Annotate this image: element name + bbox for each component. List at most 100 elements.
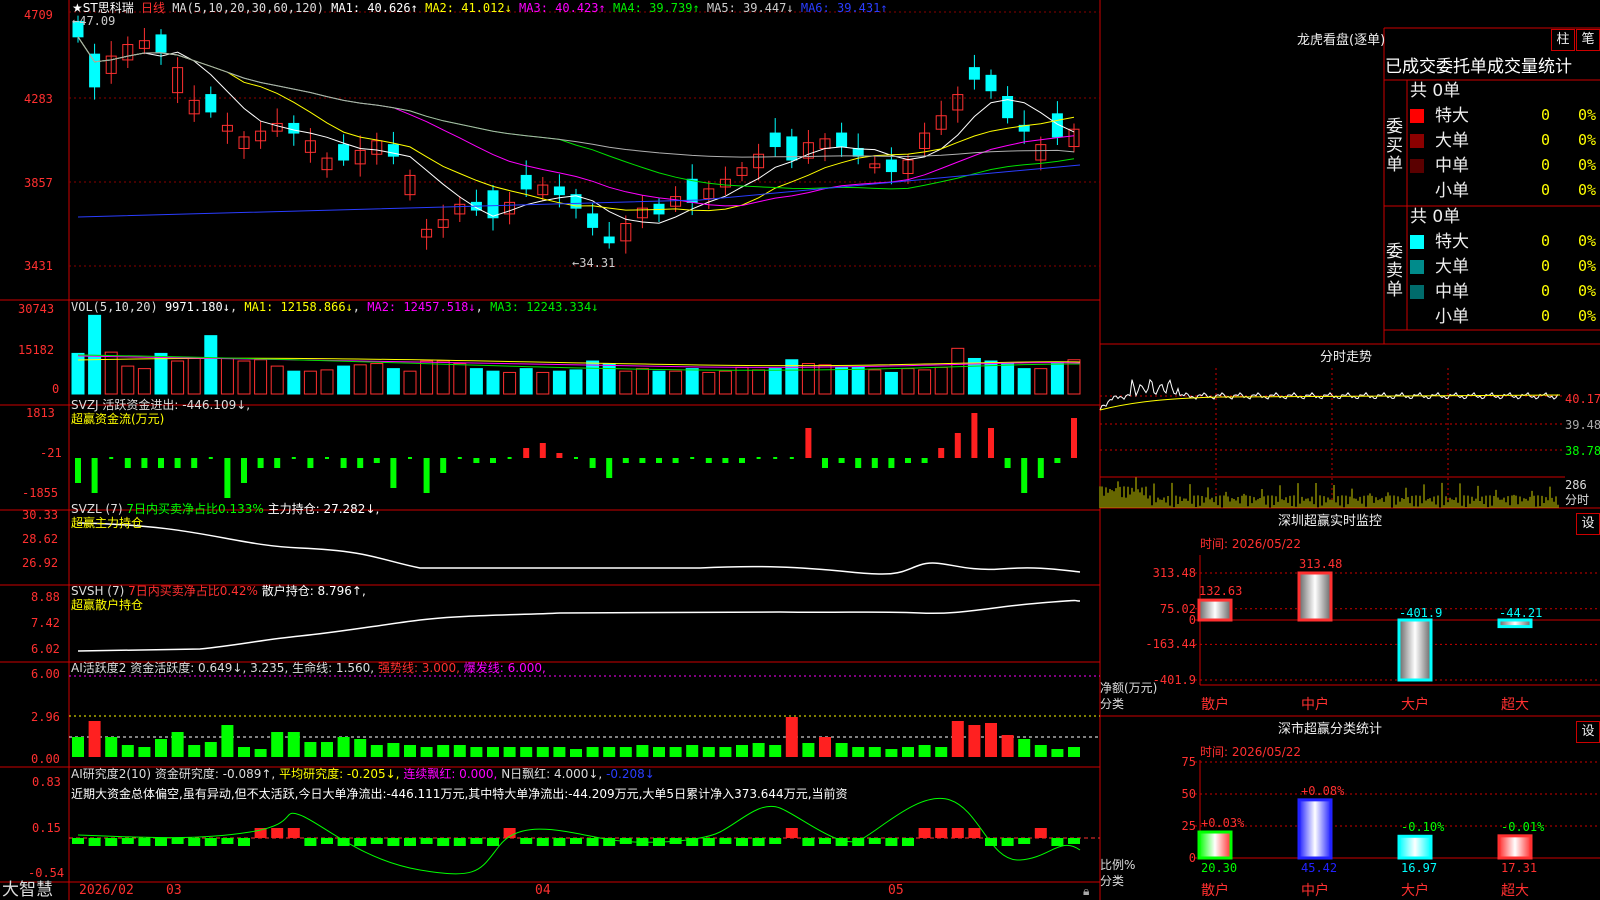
- order-count: 0: [1541, 282, 1551, 300]
- y-label: 75: [1181, 755, 1196, 769]
- volume-bar: [237, 360, 251, 395]
- svsh-sub: 超赢散户持仓: [71, 598, 144, 612]
- volume-bar: [436, 360, 450, 395]
- candle: [985, 74, 997, 92]
- activity-bar: [1001, 735, 1014, 757]
- order-swatch: [1410, 109, 1424, 123]
- y-label: 50: [1181, 787, 1196, 801]
- research-bar: [1051, 838, 1064, 846]
- activity-bar: [155, 739, 167, 757]
- research-bar: [105, 838, 118, 846]
- bar-value-label: -401.9: [1399, 606, 1443, 620]
- research-bar: [868, 838, 881, 844]
- category-label: 中户: [1301, 883, 1329, 899]
- brand-logo: 大智慧: [2, 880, 53, 900]
- monitor-settings-button[interactable]: 设: [1576, 513, 1600, 535]
- flow-bar: [705, 458, 712, 463]
- ratio-bar: [1397, 834, 1433, 860]
- order-percent: 0%: [1578, 307, 1597, 325]
- main-holding-chart[interactable]: [77, 522, 1081, 575]
- volume-bar: [586, 360, 600, 395]
- kline-chart[interactable]: [72, 15, 1081, 254]
- classify-time: 时间: 2026/05/22: [1200, 745, 1302, 759]
- research-bar: [1001, 838, 1014, 846]
- y-label: 30.33: [22, 508, 59, 522]
- volume-bar: [702, 371, 716, 395]
- y-label: 313.48: [1152, 566, 1196, 580]
- activity-bar: [105, 737, 118, 757]
- ma5-value: MA5: 39.447↓: [706, 1, 794, 15]
- order-count: 0: [1541, 156, 1551, 174]
- flow-bar: [539, 443, 546, 458]
- flow-bar: [838, 458, 845, 463]
- research-bar: [404, 838, 416, 846]
- low-marker: ←34.31: [572, 256, 616, 270]
- classify-settings-button[interactable]: 设: [1576, 721, 1600, 743]
- tab-executed[interactable]: 已成交: [1385, 57, 1436, 77]
- research-bar: [287, 828, 300, 838]
- change-label: +0.08%: [1301, 783, 1345, 798]
- flow-bar: [1004, 458, 1011, 468]
- net-amount-bar: [1497, 618, 1533, 629]
- ai-activity-chart[interactable]: [69, 675, 1100, 757]
- flow-bar: [672, 458, 679, 463]
- volume-bar: [669, 370, 683, 395]
- candle: [852, 147, 864, 157]
- activity-bar: [1051, 749, 1064, 757]
- volume-bar: [1034, 368, 1048, 395]
- change-label: +0.03%: [1201, 816, 1245, 831]
- y-label: -401.9: [1152, 673, 1196, 687]
- activity-bar: [586, 747, 599, 757]
- activity-bar: [951, 721, 964, 757]
- tick-view-button[interactable]: 笔: [1576, 29, 1600, 51]
- activity-bar: [736, 745, 748, 757]
- tab-volume-stats[interactable]: 成交量统计: [1487, 57, 1572, 77]
- bar-view-button[interactable]: 柱: [1551, 29, 1575, 51]
- activity-bar: [603, 747, 616, 757]
- y-label: 25: [1181, 819, 1196, 833]
- candle: [603, 236, 615, 244]
- y-label: 38.78: [1565, 444, 1600, 458]
- flow-bar: [921, 458, 928, 463]
- candle: [587, 213, 599, 228]
- intraday-chart[interactable]: [1099, 368, 1565, 508]
- ma2-value: MA2: 41.012↓: [425, 1, 512, 15]
- tab-orders[interactable]: 委托单: [1436, 57, 1487, 77]
- volume-bar: [1017, 368, 1031, 395]
- volume-chart[interactable]: [71, 314, 1081, 395]
- ratio-value: 20.30: [1201, 861, 1238, 875]
- research-bar: [520, 838, 533, 844]
- ratio-bar: [1297, 798, 1333, 860]
- activity-bar: [702, 747, 715, 757]
- dragon-tabs[interactable]: 已成交委托单成交量统计: [1385, 57, 1572, 77]
- retail-holding-chart[interactable]: [77, 599, 1081, 652]
- flow-bar: [822, 458, 828, 468]
- volume-bar: [868, 369, 882, 395]
- svsh-header: SVSH (7) 7日内买卖净占比0.42% 散户持仓: 8.796↑,: [71, 584, 366, 598]
- lock-icon[interactable]: 🔒︎: [1083, 884, 1089, 898]
- volume-bar: [303, 370, 317, 395]
- research-bar: [536, 838, 549, 846]
- fund-flow-chart[interactable]: [75, 413, 1077, 498]
- flow-bar: [905, 458, 911, 463]
- flow-bar: [457, 457, 462, 459]
- volume-bar: [619, 370, 633, 395]
- volume-bar: [918, 369, 932, 395]
- flow-bar: [1037, 458, 1044, 478]
- y-label: 28.62: [22, 532, 59, 546]
- ai-research-chart[interactable]: [69, 797, 1100, 875]
- volume-bar: [735, 366, 749, 395]
- flow-bar: [124, 458, 131, 468]
- research-bar: [951, 828, 964, 838]
- order-type: 大单: [1435, 257, 1469, 277]
- period-label[interactable]: 日线: [141, 1, 165, 15]
- research-bar: [370, 838, 383, 844]
- volume-bar: [204, 335, 218, 395]
- holding-line: [77, 522, 1081, 575]
- volume-bar: [1050, 361, 1064, 395]
- activity-bar: [437, 745, 450, 757]
- flow-bar: [690, 457, 695, 459]
- research-bar: [387, 838, 400, 846]
- research-bar: [470, 838, 483, 844]
- activity-bar: [238, 747, 250, 757]
